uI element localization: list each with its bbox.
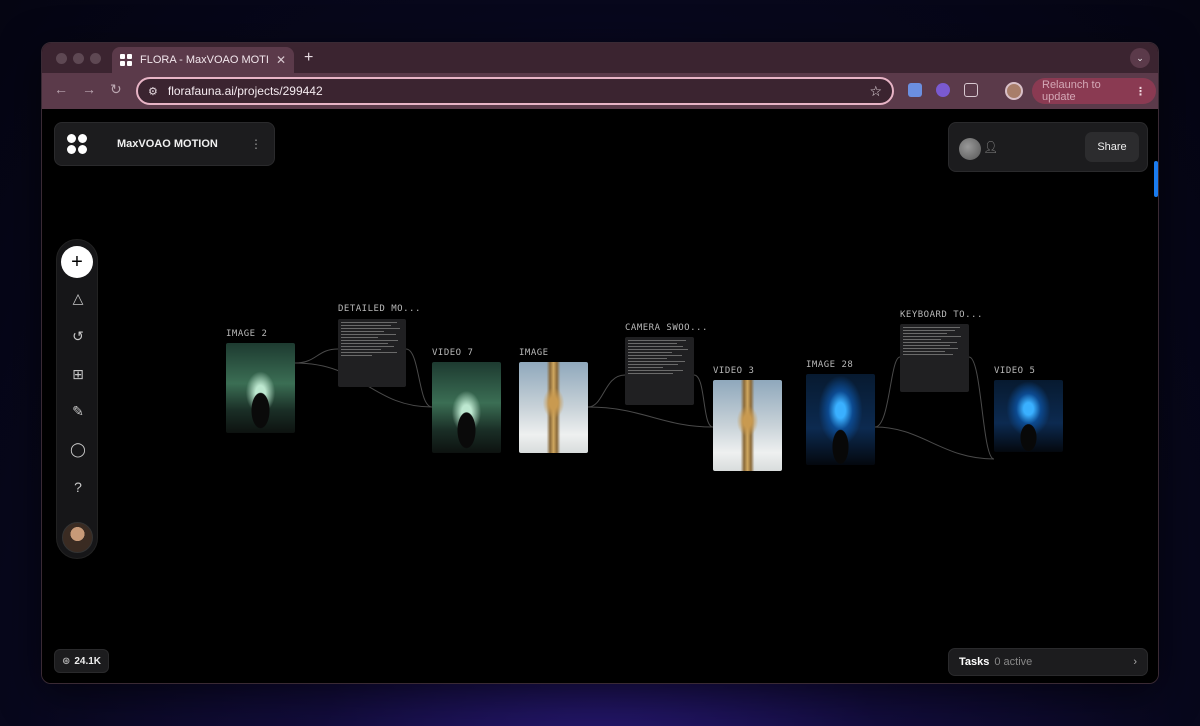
tasks-count: 0 active xyxy=(994,656,1033,668)
extension-gear-icon[interactable] xyxy=(936,83,950,97)
chevron-right-icon[interactable]: › xyxy=(1133,656,1137,668)
flora-canvas[interactable]: MaxVOAO MOTION ⋮ 👤︎ Share + △ ↺ ⊞ ✎ ◯ ? xyxy=(42,109,1158,683)
credits-badge[interactable]: ⊛ 24.1K xyxy=(54,649,109,673)
node-label-video-5[interactable]: VIDEO 5 xyxy=(994,366,1035,376)
node-label-image-28[interactable]: IMAGE 28 xyxy=(806,360,853,370)
tab-bar: FLORA - MaxVOAO MOTION ✕ + ⌄ xyxy=(42,43,1158,73)
close-window-dot[interactable] xyxy=(56,53,67,64)
extensions-puzzle-icon[interactable] xyxy=(964,83,978,97)
tab-search-button[interactable]: ⌄ xyxy=(1130,48,1150,68)
video-node[interactable] xyxy=(432,362,501,453)
tasks-label: Tasks xyxy=(959,656,990,668)
zoom-window-dot[interactable] xyxy=(90,53,101,64)
video-node[interactable] xyxy=(994,380,1063,452)
new-tab-button[interactable]: + xyxy=(304,49,313,67)
browser-tab[interactable]: FLORA - MaxVOAO MOTION ✕ xyxy=(112,47,294,73)
node-connections xyxy=(294,348,995,460)
prompt-text-node[interactable] xyxy=(625,337,694,405)
image-node[interactable] xyxy=(519,362,588,453)
prompt-text-node[interactable] xyxy=(900,324,969,392)
tasks-panel[interactable]: Tasks 0 active › xyxy=(948,648,1148,676)
address-bar[interactable]: ⚙ florafauna.ai/projects/299442 ☆ xyxy=(136,77,894,105)
tab-close-icon[interactable]: ✕ xyxy=(276,53,286,67)
site-settings-icon[interactable]: ⚙ xyxy=(148,85,158,98)
relaunch-label: Relaunch to update xyxy=(1042,79,1101,103)
credits-icon: ⊛ xyxy=(61,655,71,667)
node-label-image-2[interactable]: IMAGE 2 xyxy=(226,329,267,339)
forward-arrow-icon[interactable]: → xyxy=(82,81,96,97)
node-label-detailed-motion[interactable]: DETAILED MO... xyxy=(338,304,421,314)
minimize-window-dot[interactable] xyxy=(73,53,84,64)
browser-toolbar: ← → ↻ ⚙ florafauna.ai/projects/299442 ☆ … xyxy=(42,73,1158,109)
credits-value: 24.1K xyxy=(74,655,102,667)
extension-icon[interactable] xyxy=(908,83,922,97)
flora-favicon-icon xyxy=(120,54,132,66)
node-label-keyboard-to[interactable]: KEYBOARD TO... xyxy=(900,310,983,320)
url-text[interactable]: florafauna.ai/projects/299442 xyxy=(168,84,860,98)
image-node[interactable] xyxy=(226,343,295,433)
video-node[interactable] xyxy=(713,380,782,471)
relaunch-button[interactable]: Relaunch to update ⋮ xyxy=(1032,78,1156,104)
node-label-video-3[interactable]: VIDEO 3 xyxy=(713,366,754,376)
profile-avatar[interactable] xyxy=(1005,82,1023,100)
tab-title: FLORA - MaxVOAO MOTION xyxy=(140,54,268,66)
image-node[interactable] xyxy=(806,374,875,465)
node-label-camera-swoop[interactable]: CAMERA SWOO... xyxy=(625,323,708,333)
back-arrow-icon[interactable]: ← xyxy=(54,81,68,97)
browser-window: FLORA - MaxVOAO MOTION ✕ + ⌄ ← → ↻ ⚙ flo… xyxy=(41,42,1159,684)
prompt-text-node[interactable] xyxy=(338,319,406,387)
node-label-image[interactable]: IMAGE xyxy=(519,348,549,358)
relaunch-menu-icon[interactable]: ⋮ xyxy=(1135,85,1146,98)
bookmark-star-icon[interactable]: ☆ xyxy=(869,83,882,100)
reload-icon[interactable]: ↻ xyxy=(110,81,122,98)
node-label-video-7[interactable]: VIDEO 7 xyxy=(432,348,473,358)
